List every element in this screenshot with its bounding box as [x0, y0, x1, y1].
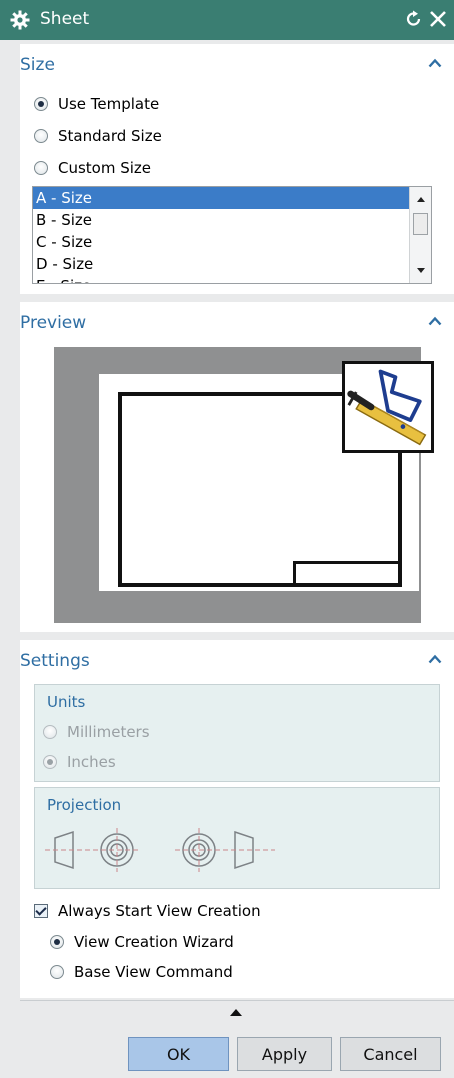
- cancel-button[interactable]: Cancel: [340, 1037, 441, 1071]
- radio-button[interactable]: [34, 161, 48, 175]
- radio-label: Millimeters: [67, 723, 150, 741]
- list-item[interactable]: C - Size: [33, 231, 431, 253]
- list-item[interactable]: B - Size: [33, 209, 431, 231]
- units-group: Units Millimeters Inches: [34, 684, 440, 782]
- radio-button[interactable]: [34, 97, 48, 111]
- radio-view-creation-wizard[interactable]: View Creation Wizard: [50, 931, 234, 953]
- radio-label: Inches: [67, 753, 116, 771]
- preview-title-block: [293, 561, 402, 587]
- size-section-header[interactable]: Size: [20, 44, 454, 84]
- title-bar: Sheet: [0, 0, 454, 40]
- chevron-up-icon[interactable]: [428, 316, 442, 326]
- settings-section-title: Settings: [20, 651, 90, 671]
- radio-label: View Creation Wizard: [74, 933, 234, 951]
- settings-section-header[interactable]: Settings: [20, 640, 454, 680]
- radio-button[interactable]: [34, 129, 48, 143]
- scroll-down-icon[interactable]: [416, 267, 426, 275]
- preview-section-header[interactable]: Preview: [20, 302, 454, 342]
- radio-inches[interactable]: Inches: [43, 751, 116, 773]
- checkbox-label: Always Start View Creation: [58, 902, 261, 920]
- preview-section-title: Preview: [20, 313, 87, 333]
- footer-divider: [20, 1000, 454, 1001]
- reset-icon[interactable]: [404, 9, 424, 29]
- expand-more-icon[interactable]: [229, 1008, 243, 1017]
- size-section-title: Size: [20, 55, 55, 75]
- listbox-scrollbar[interactable]: [409, 187, 431, 283]
- close-icon[interactable]: [428, 9, 448, 29]
- window-title: Sheet: [40, 9, 90, 29]
- radio-label: Standard Size: [58, 127, 162, 145]
- always-start-view-creation-checkbox[interactable]: Always Start View Creation: [34, 900, 261, 922]
- units-group-label: Units: [47, 693, 86, 711]
- checkbox[interactable]: [34, 904, 48, 918]
- third-angle-projection-icon[interactable]: [169, 828, 279, 872]
- radio-button[interactable]: [50, 965, 64, 979]
- radio-label: Base View Command: [74, 963, 233, 981]
- drafting-tool-icon: [342, 361, 434, 453]
- chevron-up-icon[interactable]: [428, 58, 442, 68]
- radio-button[interactable]: [43, 755, 57, 769]
- radio-button[interactable]: [43, 725, 57, 739]
- size-panel: Size Use Template Standard Size Custom S…: [20, 44, 454, 294]
- ok-button[interactable]: OK: [128, 1037, 229, 1071]
- first-angle-projection-icon[interactable]: [45, 828, 155, 872]
- apply-button[interactable]: Apply: [237, 1037, 332, 1071]
- radio-button[interactable]: [50, 935, 64, 949]
- radio-label: Custom Size: [58, 159, 152, 177]
- scroll-up-icon[interactable]: [416, 195, 426, 203]
- list-item[interactable]: E - Size: [33, 275, 431, 283]
- radio-millimeters[interactable]: Millimeters: [43, 721, 150, 743]
- settings-panel: Settings Units Millimeters Inches Projec…: [20, 640, 454, 998]
- list-item[interactable]: D - Size: [33, 253, 431, 275]
- chevron-up-icon[interactable]: [428, 654, 442, 664]
- dialog-footer: OK Apply Cancel: [20, 1000, 454, 1078]
- projection-group: Projection: [34, 787, 440, 889]
- template-listbox[interactable]: A - Size B - Size C - Size D - Size E - …: [32, 186, 432, 284]
- list-item[interactable]: A - Size: [33, 187, 411, 209]
- radio-custom-size[interactable]: Custom Size: [34, 157, 151, 179]
- radio-label: Use Template: [58, 95, 160, 113]
- scrollbar-thumb[interactable]: [413, 213, 428, 235]
- radio-base-view-command[interactable]: Base View Command: [50, 961, 233, 983]
- gear-icon: [10, 10, 30, 30]
- projection-group-label: Projection: [47, 796, 122, 814]
- radio-standard-size[interactable]: Standard Size: [34, 125, 162, 147]
- radio-use-template[interactable]: Use Template: [34, 93, 159, 115]
